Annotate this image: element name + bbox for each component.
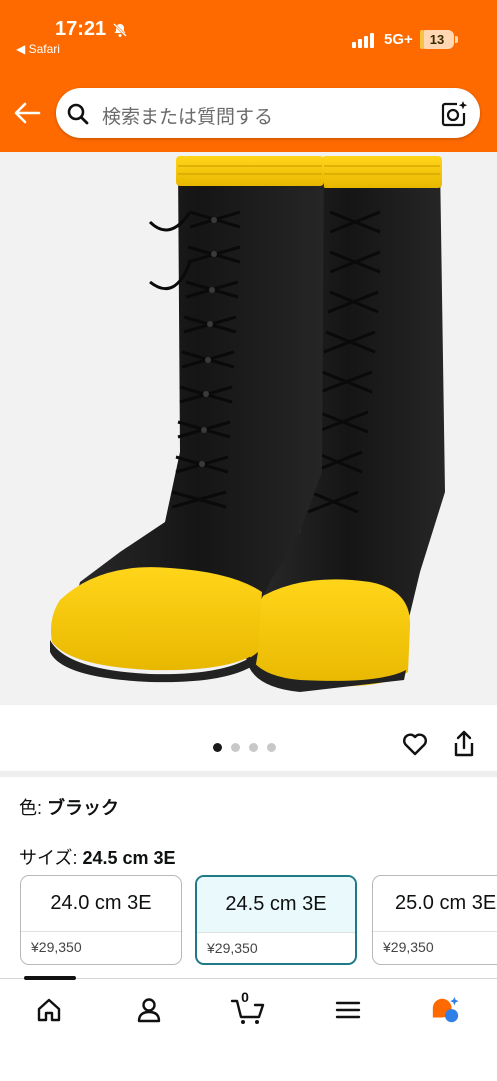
- size-value: 24.5 cm 3E: [82, 848, 176, 868]
- size-option-label: 24.0 cm 3E: [21, 876, 181, 932]
- active-tab-indicator: [24, 976, 76, 980]
- battery-icon: 13: [420, 30, 454, 49]
- size-selection: サイズ: 24.5 cm 3E: [19, 844, 176, 870]
- carousel-dot[interactable]: [267, 743, 276, 752]
- share-icon[interactable]: [451, 729, 477, 759]
- battery-percentage: 13: [429, 32, 445, 47]
- network-type: 5G+: [384, 31, 413, 48]
- carousel-dot[interactable]: [231, 743, 240, 752]
- color-value: ブラック: [47, 798, 120, 818]
- home-icon[interactable]: [34, 995, 64, 1025]
- back-to-safari[interactable]: ◀ Safari: [16, 42, 60, 56]
- menu-icon[interactable]: [333, 995, 363, 1025]
- size-option-price: ¥29,350: [207, 940, 258, 956]
- bottom-navigation: 0: [0, 976, 497, 1081]
- camera-search-icon[interactable]: [440, 100, 468, 128]
- ai-assistant-icon[interactable]: [428, 995, 462, 1025]
- account-icon[interactable]: [134, 995, 164, 1025]
- status-time: 17:21: [55, 18, 107, 40]
- size-option-price: ¥29,350: [383, 939, 434, 955]
- color-label: 色:: [19, 798, 48, 818]
- size-option[interactable]: 24.0 cm 3E ¥29,350: [20, 875, 182, 965]
- product-image[interactable]: [0, 152, 497, 705]
- silent-bell-icon: [113, 23, 127, 37]
- section-divider: [0, 771, 497, 777]
- search-input[interactable]: 検索または質問する: [102, 102, 273, 129]
- battery-cap: [455, 36, 458, 43]
- search-icon: [67, 103, 89, 125]
- image-carousel-controls: [0, 705, 497, 775]
- size-option-selected[interactable]: 24.5 cm 3E ¥29,350: [195, 875, 357, 965]
- back-arrow-icon[interactable]: [12, 98, 42, 128]
- heart-icon[interactable]: [401, 730, 429, 758]
- app-header: 17:21 ◀ Safari 5G+ 13 検索または質問する: [0, 0, 497, 152]
- carousel-dots[interactable]: [213, 739, 285, 752]
- carousel-dot-active[interactable]: [213, 743, 222, 752]
- size-option[interactable]: 25.0 cm 3E ¥29,350: [372, 875, 497, 965]
- color-selection: 色: ブラック: [19, 794, 119, 820]
- search-bar[interactable]: 検索または質問する: [56, 88, 480, 138]
- size-option-price: ¥29,350: [31, 939, 82, 955]
- cart-count: 0: [241, 989, 249, 1005]
- carousel-dot[interactable]: [249, 743, 258, 752]
- size-option-label: 24.5 cm 3E: [197, 877, 355, 933]
- rubber-boots-illustration: [50, 156, 445, 692]
- signal-icon: [352, 33, 374, 48]
- size-label: サイズ:: [19, 848, 83, 868]
- size-option-label: 25.0 cm 3E: [373, 876, 497, 932]
